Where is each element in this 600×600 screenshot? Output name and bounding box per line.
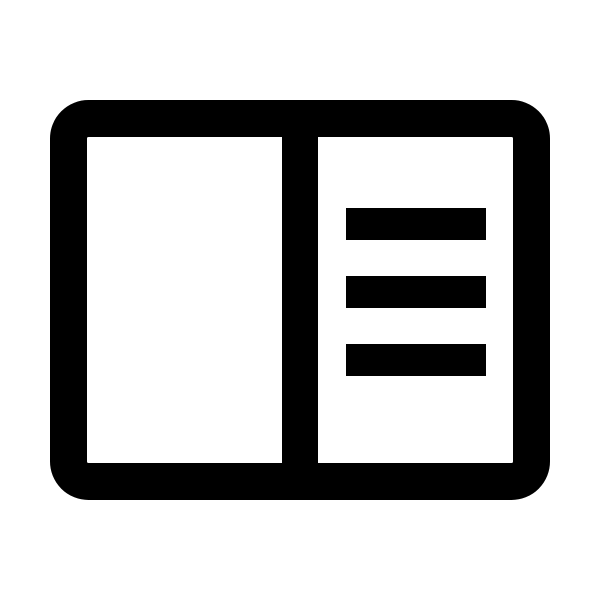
split-panel-icon <box>0 0 600 600</box>
split-panel-icon-svg <box>50 100 550 500</box>
content-line-3 <box>346 344 486 376</box>
icon-canvas <box>0 0 600 600</box>
vertical-divider <box>282 100 318 500</box>
content-line-1 <box>346 208 486 240</box>
content-line-2 <box>346 276 486 308</box>
